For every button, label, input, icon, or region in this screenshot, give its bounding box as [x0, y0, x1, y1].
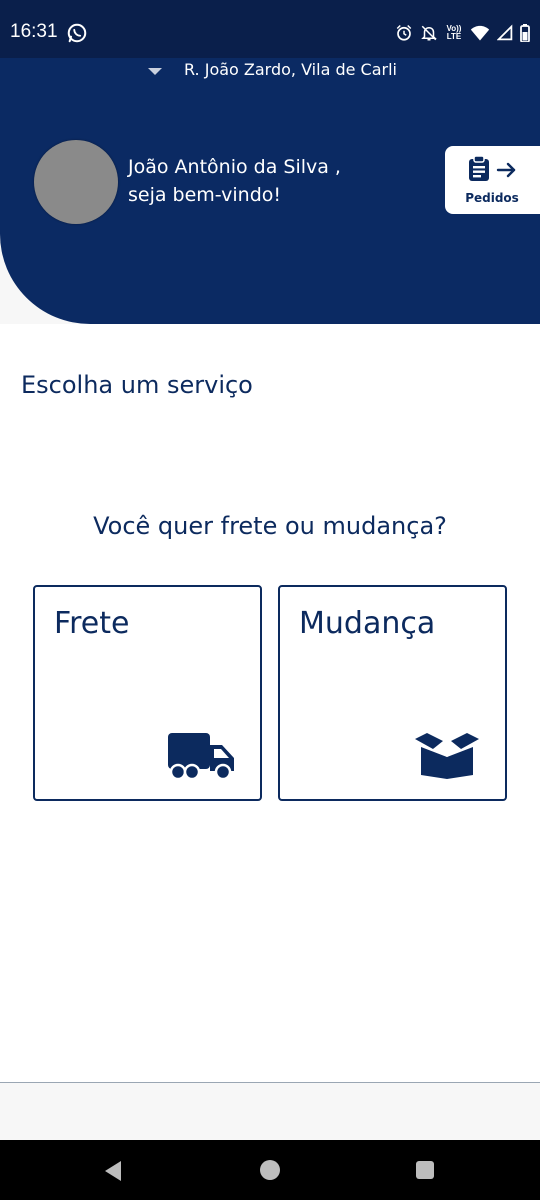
battery-icon	[520, 24, 530, 42]
volte-bottom-label: LTE	[446, 32, 462, 41]
home-icon[interactable]	[260, 1160, 280, 1180]
section-title: Escolha um serviço	[21, 371, 253, 399]
orders-button[interactable]: Pedidos	[445, 146, 540, 214]
orders-icons	[469, 156, 516, 181]
recents-icon[interactable]	[416, 1161, 434, 1179]
back-icon[interactable]	[103, 1160, 123, 1182]
notifications-off-icon	[421, 25, 437, 41]
caret-down-icon	[148, 68, 162, 75]
wifi-icon	[470, 25, 490, 41]
signal-icon	[497, 24, 513, 41]
bottom-area	[0, 1083, 540, 1140]
greeting-welcome: seja bem-vindo!	[128, 184, 282, 206]
orders-button-label: Pedidos	[465, 191, 519, 205]
status-icons: Vo)) LTE	[395, 22, 530, 44]
truck-icon	[168, 733, 234, 781]
frete-card[interactable]: Frete	[33, 585, 262, 801]
volte-icon: Vo)) LTE	[445, 25, 463, 41]
alarm-icon	[396, 24, 412, 41]
clipboard-icon	[469, 156, 489, 181]
arrow-right-icon	[496, 162, 516, 178]
status-time: 16:31	[10, 21, 58, 42]
status-bar: 16:31 Vo)) LTE	[0, 0, 540, 58]
greeting-name: João Antônio da Silva ,	[128, 156, 341, 178]
avatar[interactable]	[34, 140, 118, 224]
service-question: Você quer frete ou mudança?	[93, 512, 447, 540]
mudanca-card[interactable]: Mudança	[278, 585, 507, 801]
box-icon	[415, 733, 479, 779]
address-selector[interactable]: R. João Zardo, Vila de Carli	[0, 58, 540, 82]
frete-card-title: Frete	[54, 606, 130, 641]
system-nav-bar	[0, 1140, 540, 1200]
mudanca-card-title: Mudança	[299, 606, 436, 641]
header-area: R. João Zardo, Vila de Carli João Antôni…	[0, 58, 540, 324]
header-banner: R. João Zardo, Vila de Carli João Antôni…	[0, 58, 540, 324]
address-label: R. João Zardo, Vila de Carli	[184, 60, 397, 79]
whatsapp-icon	[67, 23, 87, 43]
